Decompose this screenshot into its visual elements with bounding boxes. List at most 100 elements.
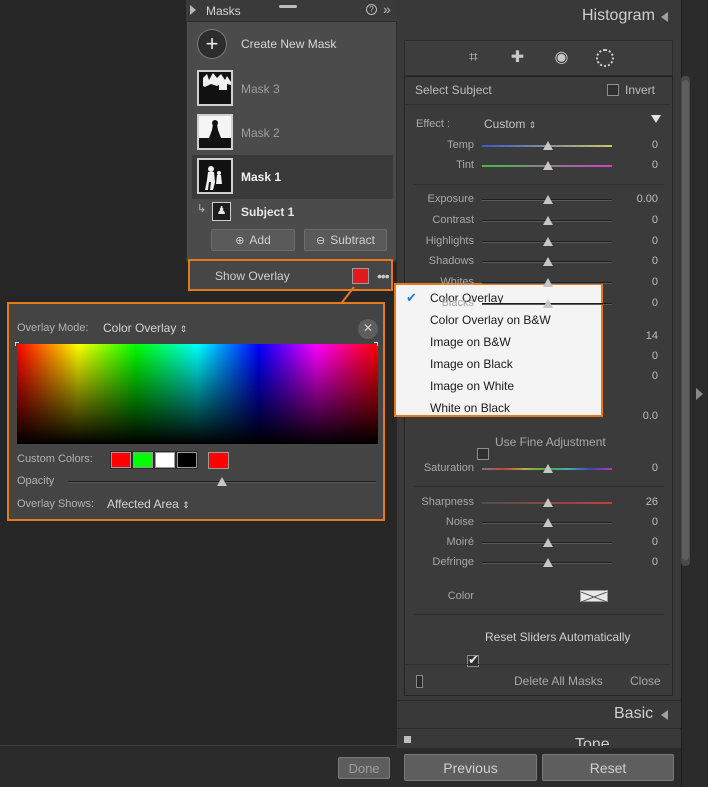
defringe-label: Defringe <box>432 556 474 568</box>
shadows-label: Shadows <box>428 255 474 268</box>
tone-curve-header[interactable]: Tone Curve <box>575 736 651 746</box>
opacity-thumb[interactable] <box>217 477 227 486</box>
moir--thumb[interactable] <box>543 538 553 547</box>
mask-1-thumbnail[interactable] <box>197 158 233 194</box>
overlay-shows-dropdown[interactable]: Affected Area ⇕ <box>107 497 190 511</box>
drag-handle[interactable] <box>279 5 297 8</box>
effect-collapse-icon[interactable] <box>651 115 661 123</box>
color-label: Color <box>447 590 474 602</box>
mask-3-thumbnail[interactable] <box>197 70 233 106</box>
basic-header[interactable]: Basic <box>614 705 653 723</box>
mask-3-name[interactable]: Mask 3 <box>241 82 280 96</box>
chevron-updown-icon: ⇕ <box>528 120 537 130</box>
show-overlay-label: Show Overlay <box>215 269 290 283</box>
done-button[interactable]: Done <box>338 757 390 779</box>
divider <box>397 700 681 701</box>
invert-label: Invert <box>625 83 656 97</box>
mask-2-thumbnail[interactable] <box>197 114 233 150</box>
selected-color-swatch[interactable] <box>208 452 229 469</box>
create-new-mask-button[interactable]: Create New Mask <box>241 37 336 51</box>
color-spectrum-picker[interactable] <box>17 344 378 444</box>
sharpness-thumb[interactable] <box>543 498 553 507</box>
menu-item-color-overlay-on-b-w[interactable]: Color Overlay on B&W <box>430 313 551 327</box>
reset-sliders-label: Reset Sliders Automatically <box>485 630 631 644</box>
fine-adjustment-label: Use Fine Adjustment <box>495 435 606 449</box>
whites-value: 0 <box>651 276 658 289</box>
help-icon[interactable]: ? <box>366 4 377 15</box>
masks-collapse-icon[interactable] <box>190 5 196 15</box>
previous-button[interactable]: Previous <box>404 754 537 781</box>
crop-tool-icon[interactable]: ⌗ <box>464 48 484 68</box>
contrast-label: Contrast <box>432 213 474 226</box>
opacity-label: Opacity <box>17 475 55 487</box>
noise-thumb[interactable] <box>543 518 553 527</box>
blacks-value: 0 <box>651 297 658 309</box>
delete-all-masks-button[interactable]: Delete All Masks <box>514 674 603 688</box>
custom-color-swatch[interactable] <box>177 452 197 468</box>
more-options-icon[interactable]: ••• <box>377 268 390 284</box>
reset-button[interactable]: Reset <box>542 754 674 781</box>
healing-tool-icon[interactable]: ✚ <box>508 48 528 68</box>
panel-toggle-switch[interactable] <box>416 675 423 688</box>
collapse-right-panel-icon[interactable] <box>696 388 703 400</box>
temp-value: 0 <box>651 139 658 151</box>
whites-thumb[interactable] <box>543 278 553 288</box>
tint-value: 0 <box>651 159 658 171</box>
basic-collapse-icon[interactable] <box>661 710 668 720</box>
subject-1-component[interactable]: Subject 1 <box>241 205 294 219</box>
menu-item-image-on-b-w[interactable]: Image on B&W <box>430 335 511 349</box>
divider <box>414 184 664 185</box>
double-chevron-icon[interactable]: » <box>383 1 391 17</box>
overlay-mode-dropdown[interactable]: Color Overlay ⇕ <box>103 321 187 335</box>
custom-color-swatch[interactable] <box>155 452 175 468</box>
contrast-thumb[interactable] <box>543 215 553 225</box>
menu-item-image-on-black[interactable]: Image on Black <box>430 357 513 371</box>
mask-2-name[interactable]: Mask 2 <box>241 126 280 140</box>
histogram-header[interactable]: Histogram <box>582 7 655 25</box>
hue-value: 0.0 <box>642 410 658 422</box>
exposure-thumb[interactable] <box>543 195 553 204</box>
tint-thumb[interactable] <box>543 161 553 170</box>
exposure-value: 0.00 <box>636 193 658 205</box>
menu-item-white-on-black[interactable]: White on Black <box>430 401 510 415</box>
custom-color-swatch[interactable] <box>111 452 131 468</box>
overlay-shows-value: Affected Area <box>107 497 179 511</box>
close-icon[interactable]: ✕ <box>358 319 378 339</box>
tone-curve-toggle[interactable] <box>404 736 411 743</box>
divider <box>406 664 671 665</box>
defringe-thumb[interactable] <box>543 558 553 567</box>
temp-thumb[interactable] <box>543 141 553 150</box>
blacks-label: Blacks <box>441 297 474 309</box>
shadows-value: 0 <box>651 255 658 268</box>
custom-color-swatch[interactable] <box>133 452 153 468</box>
histogram-collapse-icon[interactable] <box>661 12 668 22</box>
fine-adjustment-checkbox[interactable] <box>477 448 489 460</box>
menu-item-image-on-white[interactable]: Image on White <box>430 379 514 393</box>
saturation-thumb[interactable] <box>543 464 553 473</box>
shadows-thumb[interactable] <box>543 257 553 267</box>
tool-strip: ⌗ ✚ ◉ <box>404 40 673 76</box>
add-button[interactable]: ⊕ Add <box>211 229 295 251</box>
overlay-color-chip[interactable] <box>352 268 369 284</box>
effect-dropdown[interactable]: Custom ⇕ <box>484 117 536 131</box>
masking-tool-icon[interactable] <box>595 49 614 67</box>
create-mask-plus-icon[interactable]: + <box>197 29 227 59</box>
blacks-thumb[interactable] <box>543 299 553 308</box>
checkmark-icon: ✔ <box>468 652 479 667</box>
subject-person-icon[interactable]: ♟ <box>212 202 231 221</box>
reset-sliders-checkbox[interactable]: ✔ <box>467 652 479 667</box>
overlay-mode-value: Color Overlay <box>103 321 177 335</box>
mask-1-name[interactable]: Mask 1 <box>241 170 281 184</box>
highlights-thumb[interactable] <box>543 236 553 246</box>
subtract-button[interactable]: ⊖ Subtract <box>304 229 387 251</box>
panel-scrollbar-thumb[interactable] <box>682 80 689 560</box>
add-label: Add <box>249 233 271 247</box>
red-eye-tool-icon[interactable]: ◉ <box>552 48 572 68</box>
saturation-label: Saturation <box>423 462 474 474</box>
divider <box>414 614 664 615</box>
invert-checkbox[interactable] <box>607 84 619 96</box>
subtract-mask-icon: ⊖ <box>316 234 326 247</box>
close-button[interactable]: Close <box>630 674 661 688</box>
noise-value: 0 <box>651 516 658 528</box>
color-swatch-none[interactable] <box>580 590 608 603</box>
